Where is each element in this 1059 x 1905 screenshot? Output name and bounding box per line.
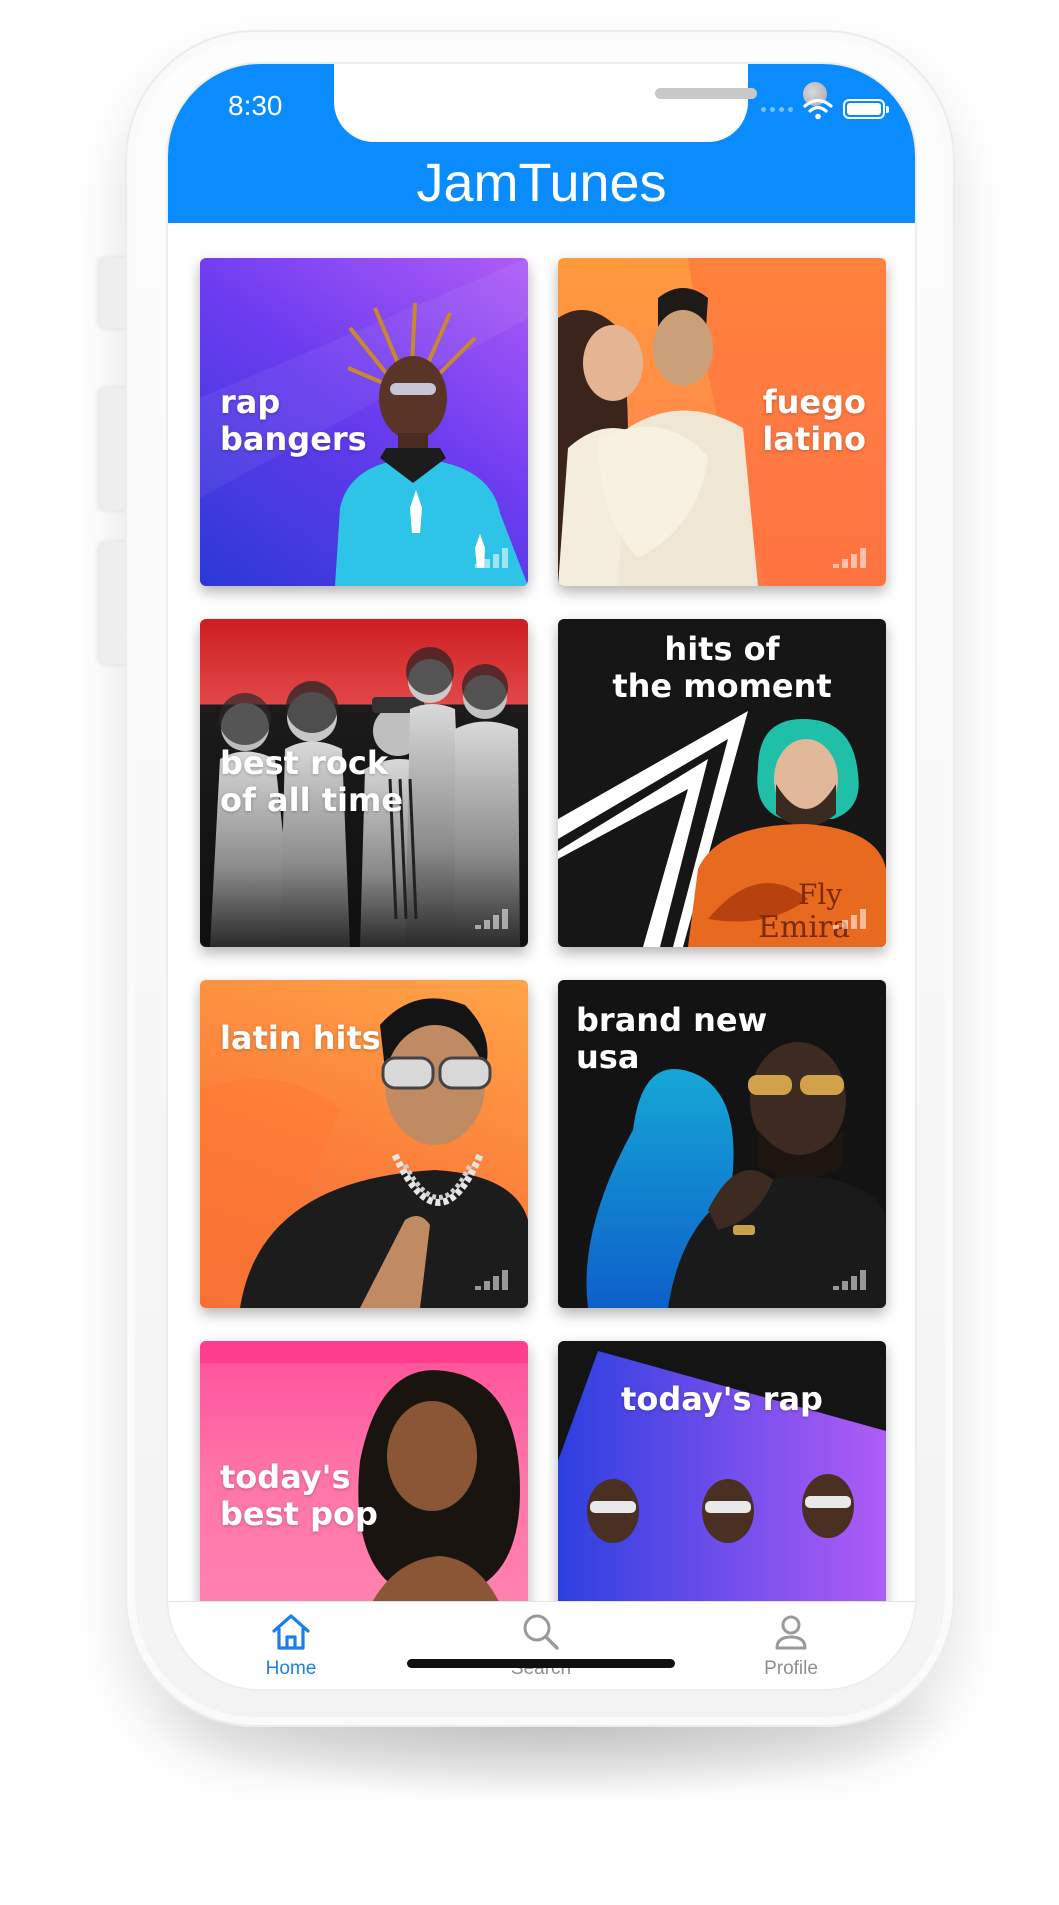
- playlist-title: fuego latino: [762, 383, 866, 458]
- playlist-title: hits of the moment: [612, 630, 832, 705]
- deezer-logo-icon: [475, 909, 508, 929]
- playlist-title: best rock of all time: [220, 744, 404, 819]
- playlist-card-hits-of-the-moment[interactable]: Fly Emira hits of the moment: [558, 619, 886, 947]
- playlist-card-todays-best-pop[interactable]: today's best pop: [200, 1341, 528, 1601]
- deezer-logo-icon: [833, 909, 866, 929]
- deezer-logo-icon: [833, 548, 866, 568]
- playlist-card-rap-bangers[interactable]: rap bangers: [200, 258, 528, 586]
- earpiece-speaker: [655, 88, 757, 99]
- playlist-card-latin-hits[interactable]: latin hits: [200, 980, 528, 1308]
- app-screen: 8:30 JamTunes rap bangers fuego latino b…: [168, 64, 915, 1689]
- playlist-card-brand-new-usa[interactable]: brand new usa: [558, 980, 886, 1308]
- status-icons: [761, 98, 889, 120]
- wifi-icon: [803, 98, 833, 120]
- tab-home[interactable]: Home: [211, 1610, 371, 1680]
- playlist-title: brand new usa: [576, 1001, 768, 1076]
- device-volume-up-button: [100, 388, 128, 510]
- home-icon: [272, 1614, 310, 1650]
- device-silent-switch: [100, 258, 128, 328]
- playlist-title: latin hits: [220, 1019, 381, 1057]
- signal-dots-icon: [761, 106, 793, 112]
- playlist-title: today's best pop: [220, 1458, 378, 1533]
- device-volume-down-button: [100, 542, 128, 664]
- app-title: JamTunes: [416, 153, 667, 213]
- device-notch: [334, 64, 827, 142]
- search-icon: [523, 1614, 559, 1650]
- tab-home-label: Home: [265, 1658, 317, 1679]
- app-header: 8:30 JamTunes: [168, 64, 915, 223]
- status-time: 8:30: [228, 90, 283, 121]
- tab-profile[interactable]: Profile: [711, 1610, 871, 1680]
- playlist-card-fuego-latino[interactable]: fuego latino: [558, 258, 886, 586]
- tab-search[interactable]: Search: [461, 1610, 621, 1680]
- playlist-grid: rap bangers fuego latino best rock of al…: [168, 223, 915, 1601]
- bottom-tab-bar: Home Search Profile: [168, 1601, 915, 1689]
- deezer-logo-icon: [475, 1270, 508, 1290]
- home-indicator[interactable]: [407, 1659, 675, 1668]
- playlist-title: today's rap: [621, 1380, 823, 1418]
- playlist-card-todays-rap[interactable]: today's rap: [558, 1341, 886, 1601]
- tab-profile-label: Profile: [764, 1658, 818, 1679]
- playlist-card-best-rock-of-all-time[interactable]: best rock of all time: [200, 619, 528, 947]
- deezer-logo-icon: [833, 1270, 866, 1290]
- svg-text:Fly: Fly: [798, 878, 842, 911]
- person-icon: [775, 1615, 807, 1650]
- playlist-title: rap bangers: [220, 383, 367, 458]
- battery-icon: [843, 99, 889, 119]
- deezer-logo-icon: [475, 548, 508, 568]
